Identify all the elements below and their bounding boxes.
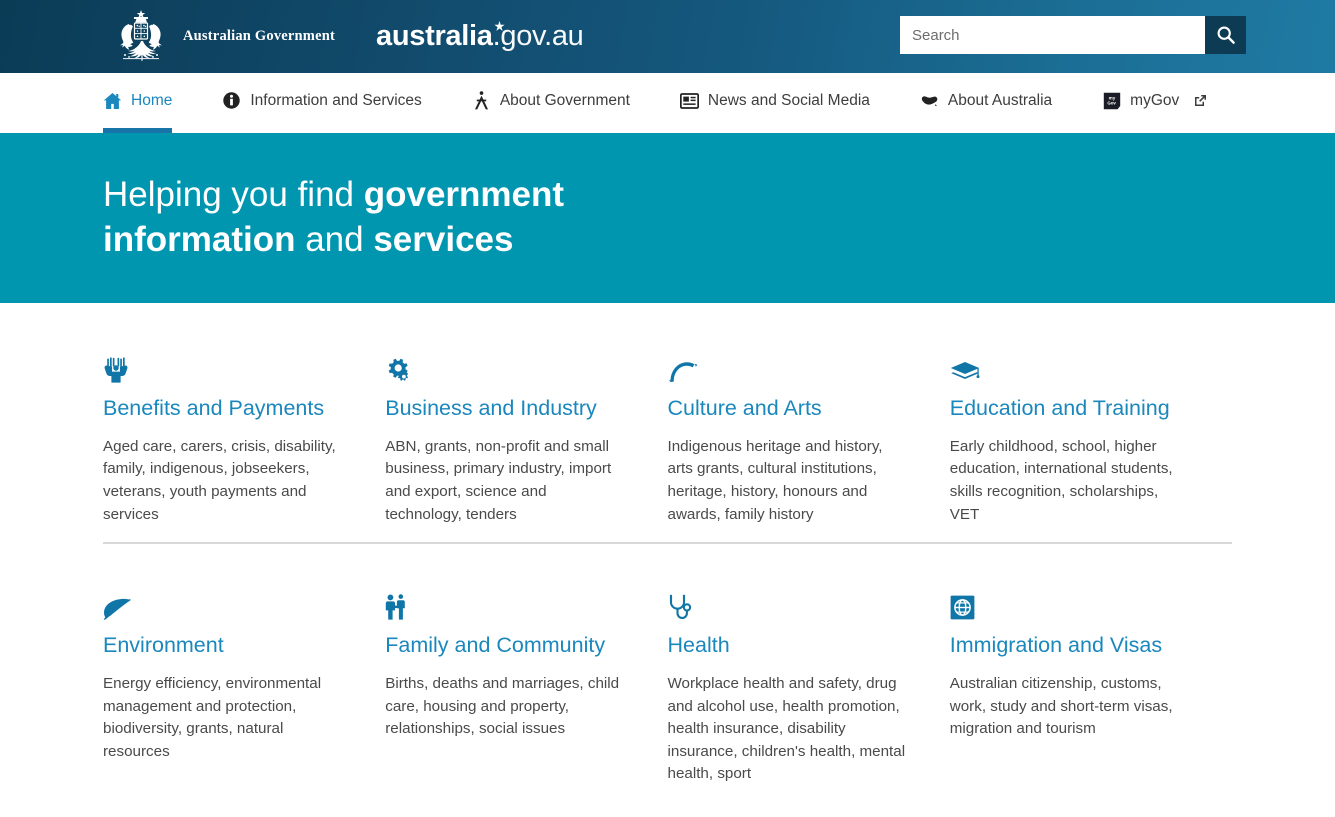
nav-item-mygov[interactable]: my Gov myGov [1102, 73, 1207, 133]
card-title[interactable]: Family and Community [385, 631, 625, 661]
hero-inner: Helping you find government information a… [0, 173, 564, 263]
australia-gov-au-wordmark[interactable]: australia.gov.au [376, 20, 584, 53]
mygov-icon: my Gov [1102, 91, 1121, 110]
card-description: Aged care, carers, crisis, disability, f… [103, 437, 336, 523]
star-icon [494, 21, 505, 31]
boomerang-icon [668, 349, 908, 383]
card-title[interactable]: Environment [103, 631, 343, 661]
nav-label: myGov [1130, 91, 1180, 109]
nav-label: Home [131, 91, 173, 109]
leaf-icon [103, 586, 343, 621]
card-business-and-industry[interactable]: Business and Industry ABN, grants, non-p… [385, 349, 667, 526]
nav-label: About Australia [947, 91, 1053, 109]
card-culture-and-arts[interactable]: Culture and Arts Indigenous heritage and… [668, 349, 950, 526]
card-title[interactable]: Education and Training [950, 394, 1190, 424]
home-icon [103, 91, 122, 110]
card-title[interactable]: Immigration and Visas [950, 631, 1190, 661]
card-family-and-community[interactable]: Family and Community Births, deaths and … [385, 586, 667, 786]
newspaper-icon [679, 91, 699, 110]
australian-coat-of-arms-icon [120, 9, 162, 61]
hero-line1-light: Helping you find [103, 175, 364, 215]
card-description: Australian citizenship, customs, work, s… [949, 674, 1173, 738]
wordmark-bold: australia [376, 20, 493, 52]
nav-label: About Government [499, 91, 630, 109]
external-link-icon [1194, 94, 1207, 107]
nav-item-news-and-social-media[interactable]: News and Social Media [679, 73, 870, 133]
primary-navigation: Home Information and Services About Gove… [0, 73, 1335, 133]
raised-hands-icon [103, 349, 343, 383]
nav-item-home[interactable]: Home [103, 73, 173, 133]
search-form[interactable] [900, 16, 1246, 54]
card-health[interactable]: Health Workplace health and safety, drug… [668, 586, 950, 786]
card-title[interactable]: Business and Industry [385, 394, 625, 424]
card-title[interactable]: Culture and Arts [668, 394, 908, 424]
card-row-2: Environment Energy efficiency, environme… [103, 542, 1232, 786]
nav-item-about-government[interactable]: About Government [472, 73, 630, 133]
card-environment[interactable]: Environment Energy efficiency, environme… [103, 586, 385, 786]
card-description: Workplace health and safety, drug and al… [667, 674, 906, 783]
australia-map-icon [920, 91, 939, 110]
svg-text:Gov: Gov [1107, 100, 1116, 105]
family-icon [385, 586, 625, 620]
passport-globe-icon [950, 586, 1190, 620]
card-education-and-training[interactable]: Education and Training Early childhood, … [950, 349, 1232, 526]
stethoscope-icon [668, 586, 908, 620]
search-button[interactable] [1205, 16, 1246, 54]
card-immigration-and-visas[interactable]: Immigration and Visas Australian citizen… [950, 586, 1232, 786]
hero-heading: Helping you find government information a… [103, 173, 564, 263]
hero-line2-bold-a: information [103, 220, 296, 259]
info-circle-icon [222, 91, 241, 110]
card-benefits-and-payments[interactable]: Benefits and Payments Aged care, carers,… [103, 349, 385, 526]
graduation-cap-icon [950, 349, 1190, 383]
card-description: ABN, grants, non-profit and small busine… [385, 437, 612, 523]
search-input[interactable] [900, 16, 1205, 54]
hero-line2-light: and [295, 220, 374, 259]
card-description: Births, deaths and marriages, child care… [385, 674, 620, 738]
gears-icon [385, 349, 625, 383]
hero-line1-bold: government [363, 175, 565, 215]
site-header: Australian Government australia.gov.au [0, 0, 1335, 73]
brand-lockup[interactable]: Australian Government australia.gov.au [103, 8, 584, 66]
hero-banner: Helping you find government information a… [0, 133, 1335, 303]
topic-cards-section: Benefits and Payments Aged care, carers,… [0, 303, 1335, 786]
card-description: Early childhood, school, higher educatio… [949, 437, 1173, 523]
card-row-1: Benefits and Payments Aged care, carers,… [103, 303, 1232, 526]
card-description: Energy efficiency, environmental managem… [103, 674, 322, 760]
nav-label: Information and Services [250, 91, 422, 109]
wordmark-light: .gov.au [492, 20, 584, 52]
card-description: Indigenous heritage and history, arts gr… [667, 437, 883, 523]
nav-label: News and Social Media [707, 91, 870, 109]
hero-line2-bold-b: services [373, 220, 514, 259]
search-icon [1217, 26, 1235, 44]
card-title[interactable]: Benefits and Payments [103, 394, 343, 424]
nav-item-about-australia[interactable]: About Australia [920, 73, 1052, 133]
card-title[interactable]: Health [668, 631, 908, 661]
australian-government-text: Australian Government [183, 28, 336, 44]
nav-item-information-and-services[interactable]: Information and Services [222, 73, 422, 133]
person-icon [472, 91, 491, 110]
